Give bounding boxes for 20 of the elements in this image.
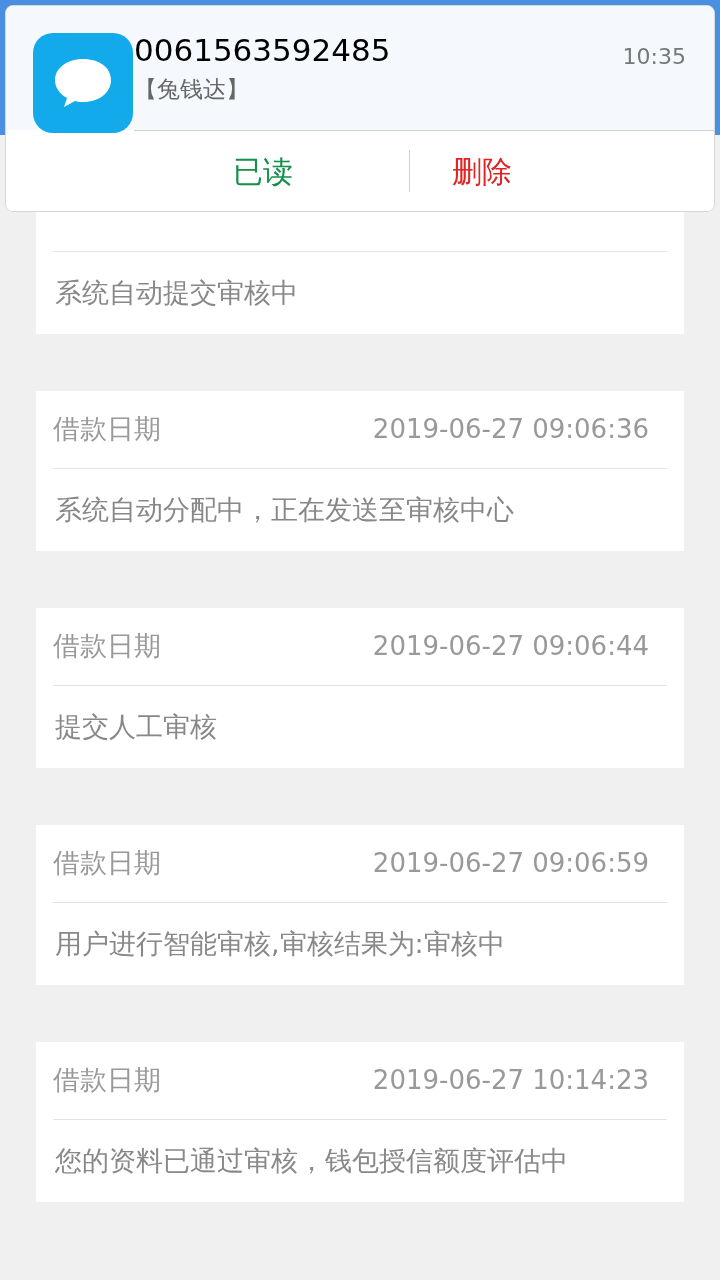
date-label: 借款日期 xyxy=(53,629,161,664)
notification-action-button[interactable]: 删除 xyxy=(410,131,714,211)
date-label: 借款日期 xyxy=(53,1063,161,1098)
status-message: 系统自动提交审核中 xyxy=(54,275,298,310)
notification-action-button[interactable]: 已读 xyxy=(6,131,409,211)
date-label: 借款日期 xyxy=(53,846,161,881)
message-app-icon xyxy=(33,33,133,133)
date-label: 借款日期 xyxy=(53,412,161,447)
message-preview: 【兔钱达】 xyxy=(134,75,250,104)
notification-card[interactable]: 0061563592485 【兔钱达】 10:35 已读 删除 xyxy=(5,5,715,212)
notification-time: 10:35 xyxy=(622,43,686,71)
status-message: 您的资料已通过审核，钱包授信额度评估中 xyxy=(54,1143,568,1178)
status-message: 提交人工审核 xyxy=(54,709,217,744)
record-date: 2019-06-27 09:06:44 xyxy=(372,630,650,663)
status-message: 系统自动分配中，正在发送至审核中心 xyxy=(54,492,514,527)
sender-number: 0061563592485 xyxy=(134,31,391,70)
record-date: 2019-06-27 09:06:59 xyxy=(372,847,650,880)
record-date: 2019-06-27 09:06:36 xyxy=(372,413,650,446)
record-date: 2019-06-27 10:14:23 xyxy=(372,1064,650,1097)
status-message: 用户进行智能审核,审核结果为:审核中 xyxy=(54,926,505,961)
